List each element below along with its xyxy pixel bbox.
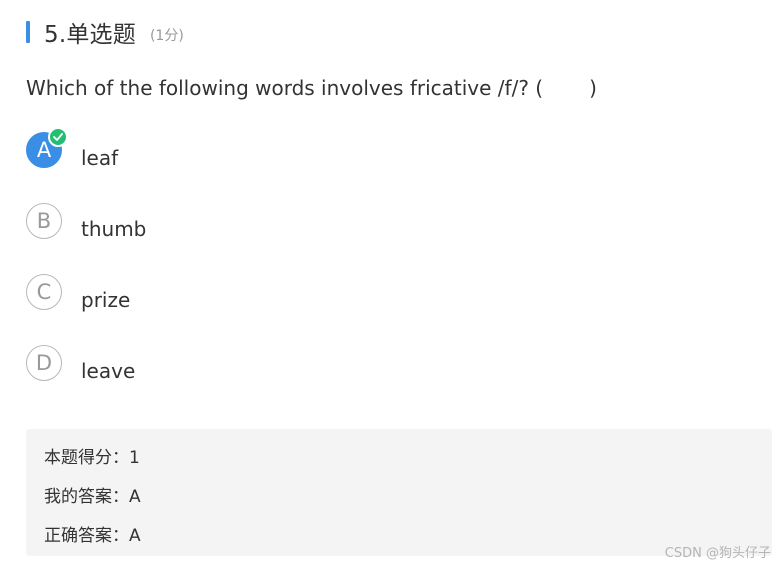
option-a[interactable]: A leaf	[26, 127, 426, 203]
question-header: 5.单选题 (1分)	[26, 18, 184, 48]
option-c-letter: C	[36, 280, 52, 304]
options-list: A leaf B thumb C prize D leave	[26, 127, 426, 416]
my-answer-row: 我的答案：A	[44, 482, 141, 507]
option-b-letter: B	[36, 209, 52, 233]
option-d[interactable]: D leave	[26, 345, 426, 416]
option-b[interactable]: B thumb	[26, 203, 426, 274]
question-score-note: (1分)	[149, 28, 184, 44]
option-d-circle[interactable]: D	[26, 345, 62, 381]
my-answer-value: A	[129, 487, 141, 507]
my-answer-label: 我的答案：	[44, 487, 129, 507]
option-d-letter: D	[35, 351, 53, 375]
score-label: 本题得分：	[44, 448, 129, 468]
result-panel: 本题得分：1 我的答案：A 正确答案：A	[26, 429, 772, 556]
check-icon	[48, 127, 68, 147]
question-stem-end: )	[589, 76, 597, 100]
question-stem: Which of the following words involves fr…	[26, 76, 544, 100]
option-c-label: prize	[81, 288, 131, 312]
option-a-label: leaf	[81, 146, 119, 170]
score-value: 1	[129, 448, 140, 468]
accent-bar	[26, 21, 30, 43]
correct-answer-row: 正确答案：A	[44, 521, 141, 546]
watermark: CSDN @狗头仔子	[664, 546, 771, 561]
option-b-circle[interactable]: B	[26, 203, 62, 239]
correct-answer-value: A	[129, 526, 141, 546]
option-c-circle[interactable]: C	[26, 274, 62, 310]
option-d-label: leave	[81, 359, 136, 383]
option-b-label: thumb	[81, 217, 147, 241]
question-title: 5.单选题	[44, 22, 136, 48]
check-icon-glyph	[53, 133, 63, 141]
question-text: Which of the following words involves fr…	[26, 76, 597, 100]
option-c[interactable]: C prize	[26, 274, 426, 345]
correct-answer-label: 正确答案：	[44, 526, 129, 546]
score-row: 本题得分：1	[44, 443, 140, 468]
